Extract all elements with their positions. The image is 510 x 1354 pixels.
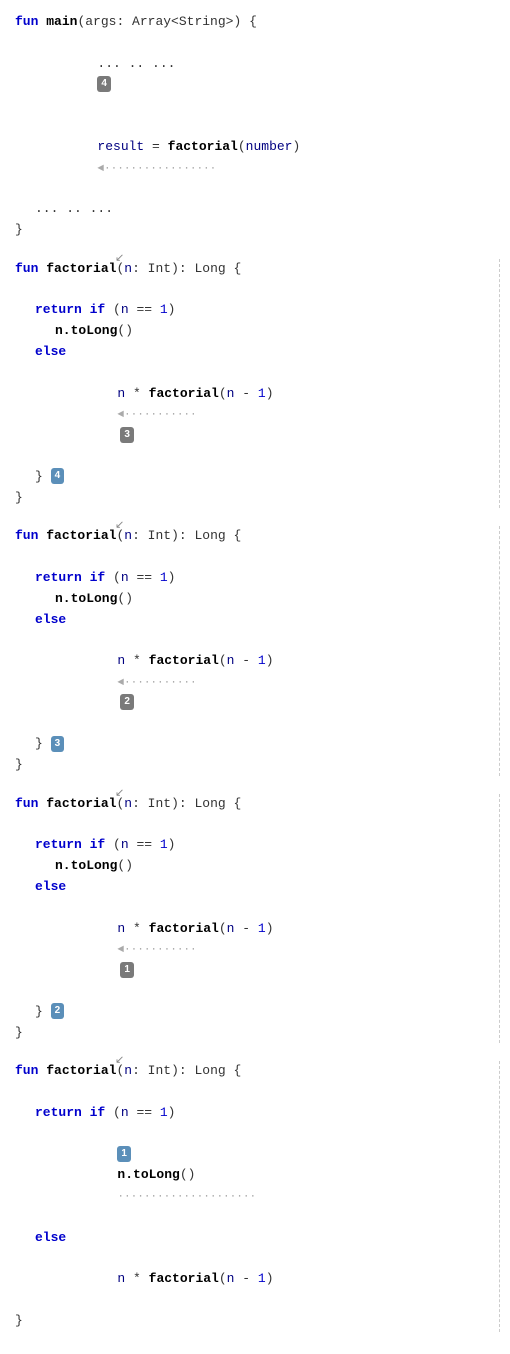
code-line: ... .. ... 4: [15, 33, 505, 116]
code-line-recursive: n * factorial(n - 1) ◄∙∙∙∙∙∙∙∙∙∙∙ 1: [15, 898, 499, 1002]
code-line-empty: [15, 815, 499, 836]
code-line: }: [15, 1311, 499, 1332]
code-line-else: else: [15, 610, 499, 631]
code-line-else: else: [15, 877, 499, 898]
code-line: }: [15, 220, 505, 241]
code-line-recursive: n * factorial(n - 1) ◄∙∙∙∙∙∙∙∙∙∙∙ 3: [15, 363, 499, 467]
badge-1b: 1: [117, 1146, 131, 1162]
arrow-spacer: ↙: [15, 786, 505, 794]
block-main: fun main(args: Array<String>) { ... .. .…: [15, 12, 505, 241]
page: fun main(args: Array<String>) { ... .. .…: [0, 0, 510, 1354]
badge-3: 3: [120, 427, 134, 443]
badge-1: 1: [120, 962, 134, 978]
code-line-else: else: [15, 1228, 499, 1249]
code-line-tolong-base: 1 n.toLong() ∙∙∙∙∙∙∙∙∙∙∙∙∙∙∙∙∙∙∙∙∙: [15, 1124, 499, 1228]
code-line-tolong: n.toLong(): [15, 589, 499, 610]
block-factorial-3: return 3*2*1 fun factorial(n: Int): Long…: [15, 526, 500, 776]
code-line-tolong: n.toLong(): [15, 321, 499, 342]
block-factorial-1: return 1 fun factorial(n: Int): Long { r…: [15, 1061, 500, 1331]
code-line-recursive-last: n * factorial(n - 1): [15, 1249, 499, 1311]
code-line-result: result = factorial(number) ◄∙∙∙∙∙∙∙∙∙∙∙∙…: [15, 116, 505, 199]
code-line-brace: } 3: [15, 734, 499, 755]
code-line: }: [15, 1023, 499, 1044]
badge-2: 2: [120, 694, 134, 710]
code-line-tolong: n.toLong(): [15, 856, 499, 877]
code-line: fun factorial(n: Int): Long {: [15, 526, 499, 547]
code-line-returnif: return if (n == 1): [15, 1103, 499, 1124]
code-line-recursive: n * factorial(n - 1) ◄∙∙∙∙∙∙∙∙∙∙∙ 2: [15, 630, 499, 734]
arrow-spacer: ↙: [15, 251, 505, 259]
code-line-empty: [15, 547, 499, 568]
code-area: fun main(args: Array<String>) { ... .. .…: [0, 0, 510, 1354]
code-line-empty: [15, 280, 499, 301]
code-line: }: [15, 755, 499, 776]
code-line-brace: } 2: [15, 1002, 499, 1023]
badge-4b: 4: [51, 468, 65, 484]
code-line: fun factorial(n: Int): Long {: [15, 794, 499, 815]
block-factorial-4: return 4*3*2*1 fun factorial(n: Int): Lo…: [15, 259, 500, 509]
block-factorial-2: return 2*1 fun factorial(n: Int): Long {…: [15, 794, 500, 1044]
code-line: ... .. ...: [15, 199, 505, 220]
code-line: fun main(args: Array<String>) {: [15, 12, 505, 33]
code-line: fun factorial(n: Int): Long {: [15, 1061, 499, 1082]
code-line-returnif: return if (n == 1): [15, 835, 499, 856]
code-line: }: [15, 488, 499, 509]
badge-2b: 2: [51, 1003, 65, 1019]
arrow-spacer: ↙: [15, 1053, 505, 1061]
code-line-else: else: [15, 342, 499, 363]
arrow-spacer: ↙: [15, 518, 505, 526]
code-line-returnif: return if (n == 1): [15, 568, 499, 589]
code-line-empty: [15, 1082, 499, 1103]
code-line: fun factorial(n: Int): Long {: [15, 259, 499, 280]
code-line-brace: } 4: [15, 467, 499, 488]
code-line-returnif: return if (n == 1): [15, 300, 499, 321]
badge-3b: 3: [51, 736, 65, 752]
badge-4: 4: [97, 76, 111, 92]
